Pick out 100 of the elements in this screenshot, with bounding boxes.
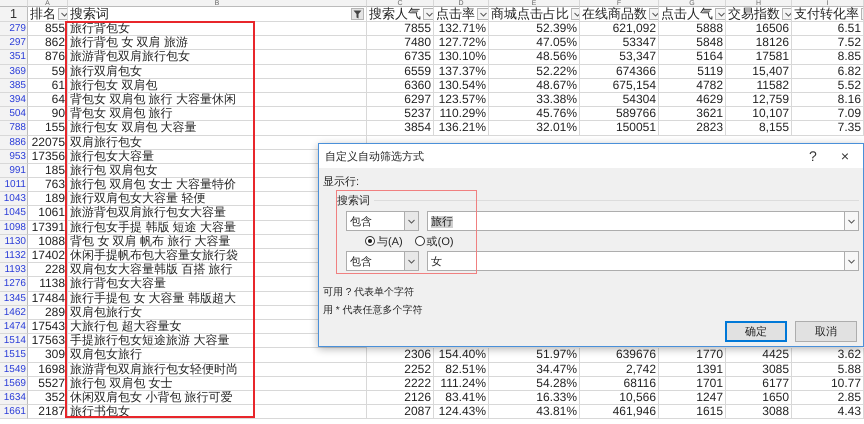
table-cell: 4.43 bbox=[792, 405, 864, 420]
help-button[interactable]: ? bbox=[801, 148, 825, 164]
caret-icon bbox=[848, 218, 855, 224]
table-cell: 8.85 bbox=[792, 50, 864, 65]
table-cell: 旅游背包双肩旅行包女轻便时尚 bbox=[68, 362, 367, 377]
row-number: 953 bbox=[0, 150, 28, 164]
close-button[interactable]: × bbox=[832, 148, 857, 164]
column-header: 排名 bbox=[30, 7, 56, 21]
table-cell: 1650 bbox=[726, 390, 792, 406]
table-cell: 228 bbox=[28, 263, 68, 278]
table-cell: 461,946 bbox=[580, 405, 659, 420]
row-number: 1345 bbox=[0, 292, 28, 306]
table-cell: 1770 bbox=[659, 348, 726, 362]
caret-icon bbox=[408, 218, 415, 224]
filter-button[interactable] bbox=[715, 8, 725, 20]
column-header: 商城点击占比 bbox=[491, 7, 569, 21]
table-cell: 4629 bbox=[659, 92, 726, 108]
table-cell: 17543 bbox=[28, 320, 68, 334]
radio-option[interactable]: 或(O) bbox=[414, 234, 454, 248]
radio-button[interactable] bbox=[365, 236, 375, 246]
filter-button[interactable] bbox=[477, 8, 488, 20]
table-cell: 2126 bbox=[367, 390, 434, 406]
table-cell: 22075 bbox=[28, 136, 68, 150]
radio-option[interactable]: 与(A) bbox=[365, 234, 403, 248]
table-cell: 51.97% bbox=[489, 348, 580, 362]
table-cell: 3.62 bbox=[792, 348, 864, 362]
table-cell: 4425 bbox=[726, 348, 792, 362]
table-cell: 旅行背包 女 双肩 旅游 bbox=[68, 36, 367, 50]
row-number: 1515 bbox=[0, 348, 28, 362]
row-number: 1132 bbox=[0, 249, 28, 264]
row-number: 1130 bbox=[0, 234, 28, 249]
table-cell: 763 bbox=[28, 178, 68, 192]
filter-button[interactable] bbox=[351, 8, 364, 20]
row-number: 1462 bbox=[0, 306, 28, 320]
table-cell: 16.33% bbox=[489, 390, 580, 406]
table-cell: 130.54% bbox=[434, 78, 489, 93]
table-cell: 旅行包女 双肩包 大容量 bbox=[68, 121, 367, 136]
table-cell: 15,407 bbox=[726, 64, 792, 79]
table-cell: 34.47% bbox=[489, 362, 580, 377]
table-cell: 43.81% bbox=[489, 405, 580, 420]
table-cell: 2823 bbox=[659, 121, 726, 136]
table-cell: 10,566 bbox=[580, 390, 659, 406]
table-cell: 111.24% bbox=[434, 376, 489, 391]
caret-icon bbox=[61, 12, 67, 16]
table-cell: 589766 bbox=[580, 107, 659, 122]
table-cell: 876 bbox=[28, 50, 68, 65]
table-cell: 6360 bbox=[367, 78, 434, 93]
caret-icon bbox=[480, 12, 487, 16]
table-cell: 64 bbox=[28, 92, 68, 108]
value-field[interactable]: 旅行 bbox=[427, 211, 859, 231]
table-cell: 47.05% bbox=[489, 36, 580, 50]
table-cell: 52.22% bbox=[489, 64, 580, 79]
filter-button[interactable] bbox=[423, 8, 433, 20]
table-cell: 90 bbox=[28, 107, 68, 122]
row-number: 1569 bbox=[0, 376, 28, 391]
table-cell: 136.21% bbox=[434, 121, 489, 136]
table-cell: 48.56% bbox=[489, 50, 580, 65]
table-cell: 12,759 bbox=[726, 92, 792, 108]
value-field[interactable]: 女 bbox=[427, 251, 859, 271]
table-cell: 48.67% bbox=[489, 78, 580, 93]
table-cell: 1698 bbox=[28, 362, 68, 377]
table-cell: 6177 bbox=[726, 376, 792, 391]
table-cell: 32.01% bbox=[489, 121, 580, 136]
table-cell: 旅行包女 双肩包 bbox=[68, 78, 367, 93]
caret-icon bbox=[652, 12, 658, 16]
table-cell: 53347 bbox=[580, 36, 659, 50]
row-number: 1549 bbox=[0, 362, 28, 377]
dialog-button[interactable]: 取消 bbox=[795, 321, 857, 342]
row-number: 1098 bbox=[0, 220, 28, 235]
table-cell: 3854 bbox=[367, 121, 434, 136]
table-cell: 53,347 bbox=[580, 50, 659, 65]
table-cell: 17402 bbox=[28, 249, 68, 264]
table-cell: 6297 bbox=[367, 92, 434, 108]
table-cell: 137.37% bbox=[434, 64, 489, 79]
table-cell: 2.85 bbox=[792, 390, 864, 406]
table-cell: 休闲双肩包女 小背包 旅行可爱 bbox=[68, 390, 367, 406]
table-cell: 82.51% bbox=[434, 362, 489, 377]
table-cell: 54304 bbox=[580, 92, 659, 108]
table-cell: 17356 bbox=[28, 150, 68, 164]
column-header: 搜索词 bbox=[70, 7, 109, 21]
table-cell: 61 bbox=[28, 78, 68, 93]
table-cell: 10,107 bbox=[726, 107, 792, 122]
filter-icon bbox=[353, 10, 362, 18]
table-cell: 6.51 bbox=[792, 22, 864, 36]
dialog-button[interactable]: 确定 bbox=[725, 321, 787, 342]
operator-dropdown[interactable]: 包含 bbox=[346, 211, 419, 231]
table-cell: 1061 bbox=[28, 206, 68, 221]
table-cell: 352 bbox=[28, 390, 68, 406]
table-cell: 150051 bbox=[580, 121, 659, 136]
radio-button[interactable] bbox=[414, 236, 425, 246]
caret-icon bbox=[785, 12, 791, 16]
table-cell: 45.76% bbox=[489, 107, 580, 122]
table-cell: 5848 bbox=[659, 36, 726, 50]
table-cell: 155 bbox=[28, 121, 68, 136]
operator-dropdown[interactable]: 包含 bbox=[346, 251, 419, 271]
table-cell: 17563 bbox=[28, 334, 68, 348]
table-cell: 855 bbox=[28, 22, 68, 36]
row-number: 886 bbox=[0, 136, 28, 150]
table-cell: 68116 bbox=[580, 376, 659, 391]
table-cell: 5.88 bbox=[792, 362, 864, 377]
